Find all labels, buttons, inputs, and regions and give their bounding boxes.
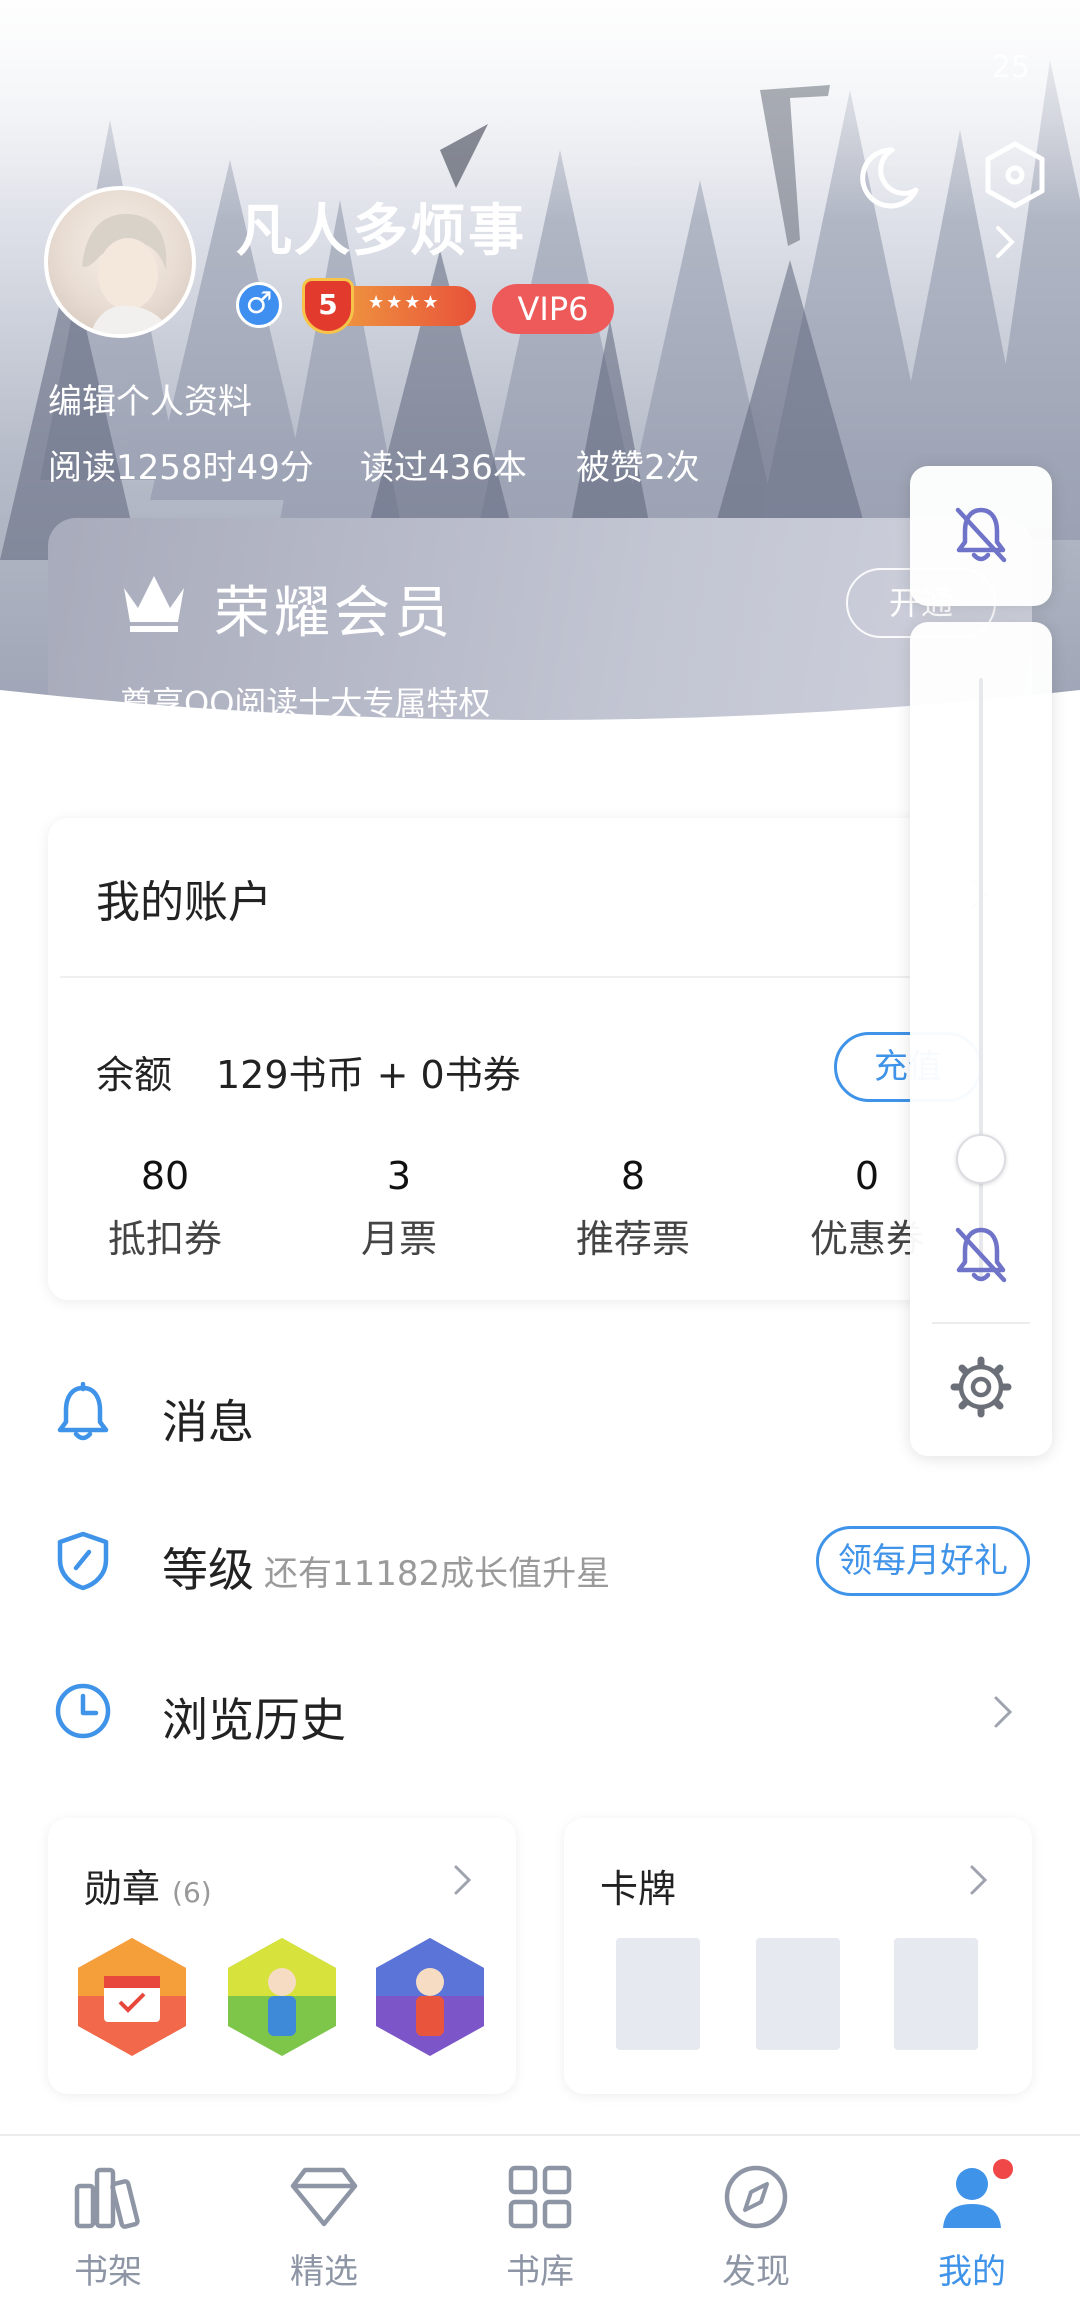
level-label: 等级 [162, 1543, 254, 1597]
calendar-medal-icon [78, 1938, 186, 2056]
ticket-monthly[interactable]: 3 月票 [282, 1154, 516, 1263]
settings-hexagon-icon[interactable] [980, 140, 1050, 210]
bottom-tab-bar: 书架 精选 书库 发现 我的 [0, 2134, 1080, 2310]
ticket-deduction[interactable]: 80 抵扣券 [48, 1154, 282, 1263]
tab-label: 书架 [74, 2252, 142, 2292]
chevron-right-icon [970, 1865, 988, 1895]
floating-mute-panel [910, 466, 1052, 606]
ticket-value: 3 [386, 1154, 412, 1198]
menu-row-level[interactable]: 等级 还有11182成长值升星 领每月好礼 [0, 1488, 1080, 1628]
grid-icon [508, 2165, 572, 2229]
ticket-value: 80 [140, 1154, 190, 1198]
medals-card[interactable]: 勋章 (6) [48, 1818, 516, 2094]
diamond-icon [290, 2167, 358, 2227]
chevron-right-icon [454, 1865, 472, 1895]
card-slot [756, 1938, 840, 2050]
divider [932, 1322, 1030, 1324]
bell-icon [57, 1382, 109, 1441]
tab-label: 我的 [938, 2252, 1006, 2292]
floating-volume-panel [910, 622, 1052, 1456]
level-growth-hint: 还有11182成长值升星 [264, 1554, 611, 1594]
ticket-label: 抵扣券 [107, 1217, 222, 1261]
tab-bookshelf[interactable]: 书架 [28, 2162, 188, 2293]
messages-label: 消息 [162, 1395, 254, 1449]
card-slot [616, 1938, 700, 2050]
compass-icon [724, 2165, 788, 2229]
crown-icon [124, 576, 184, 632]
bookshelf-icon [74, 2167, 140, 2229]
card-slot [894, 1938, 978, 2050]
shield-icon [57, 1531, 109, 1591]
tab-library[interactable]: 书库 [460, 2162, 620, 2293]
scholar-medal-icon [228, 1938, 336, 2056]
balance-label: 余额 [96, 1053, 173, 1097]
lady-medal-icon [376, 1938, 484, 2056]
ticket-value: 8 [620, 1154, 646, 1198]
gender-male-icon: ♂ [236, 282, 282, 328]
username: 凡人多烦事 [236, 199, 526, 264]
medals-title-text: 勋章 [84, 1867, 161, 1911]
volume-slider-thumb[interactable] [956, 1134, 1006, 1184]
notification-dot [990, 2156, 1016, 2182]
balance-value: 129书币 + 0书券 [216, 1053, 521, 1097]
divider [60, 976, 1020, 978]
bell-off-icon[interactable] [950, 502, 1012, 568]
medals-count: (6) [172, 1876, 212, 1909]
bell-off-icon[interactable] [950, 1222, 1012, 1288]
medals-title: 勋章 (6) [84, 1858, 212, 1913]
avatar[interactable] [44, 186, 196, 338]
tab-label: 书库 [506, 2252, 574, 2292]
gear-icon[interactable] [950, 1356, 1012, 1418]
cards-collection-card[interactable]: 卡牌 [564, 1818, 1032, 2094]
level-shield-icon: 5 [302, 278, 354, 334]
tab-discover[interactable]: 发现 [676, 2162, 836, 2293]
history-label: 浏览历史 [162, 1693, 346, 1747]
menu-row-history[interactable]: 浏览历史 [0, 1638, 1080, 1778]
ticket-label: 月票 [360, 1217, 437, 1261]
monthly-gift-button[interactable]: 领每月好礼 [816, 1526, 1030, 1596]
reading-time-stat[interactable]: 阅读1258时49分 [48, 440, 314, 489]
tab-label: 发现 [722, 2252, 790, 2292]
night-mode-moon-icon[interactable] [852, 142, 924, 214]
tab-featured[interactable]: 精选 [244, 2162, 404, 2293]
my-account-card: 我的账户 余额 129书币 + 0书券 充值 80 抵扣券 3 月票 8 推荐票… [48, 818, 1032, 1300]
level-stars: ★★★★ [368, 292, 441, 313]
ticket-label: 推荐票 [575, 1217, 690, 1261]
cards-title: 卡牌 [600, 1867, 677, 1911]
tab-me[interactable]: 我的 [892, 2156, 1052, 2293]
chevron-right-icon [994, 1696, 1013, 1728]
clock-icon [55, 1683, 111, 1739]
books-read-stat[interactable]: 读过436本 [360, 440, 527, 489]
honor-member-title: 荣耀会员 [214, 581, 454, 646]
battery-indicator: 25 [991, 50, 1030, 85]
volume-slider-track[interactable] [979, 678, 983, 1278]
level-badge[interactable]: 5 ★★★★ [302, 278, 476, 334]
ticket-recommend[interactable]: 8 推荐票 [516, 1154, 750, 1263]
vip-badge[interactable]: VIP6 [492, 284, 614, 334]
edit-profile-link[interactable]: 编辑个人资料 [48, 374, 252, 423]
my-account-title[interactable]: 我的账户 [96, 866, 272, 930]
likes-stat[interactable]: 被赞2次 [576, 440, 700, 489]
profile-chevron-right-icon[interactable] [986, 222, 1026, 262]
tab-label: 精选 [290, 2252, 358, 2292]
